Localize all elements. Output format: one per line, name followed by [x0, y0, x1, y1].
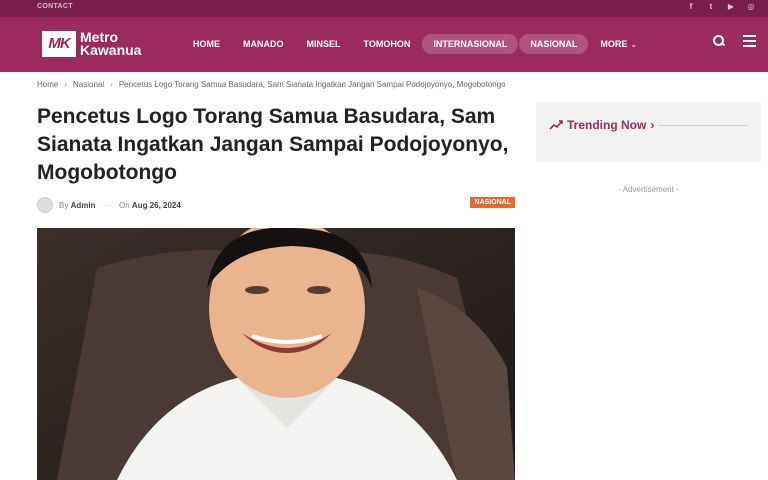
logo-text: Metro Kawanua — [80, 30, 142, 58]
author-name[interactable]: Admin — [71, 201, 96, 210]
meta-divider: — — [103, 201, 111, 210]
top-bar: CONTACT f t ▶ ◎ — [0, 0, 768, 17]
date-value: Aug 26, 2024 — [131, 201, 181, 210]
logo-text-line2: Kawanua — [80, 42, 142, 58]
category-badge[interactable]: NASIONAL — [470, 197, 515, 208]
author-byline: By Admin — [59, 201, 95, 210]
chevron-right-icon: › — [110, 80, 113, 89]
trending-divider — [658, 125, 748, 126]
chevron-right-icon: › — [64, 80, 68, 89]
chevron-right-icon: › — [650, 118, 655, 132]
breadcrumb-current: Pencetus Logo Torang Samua Basudara, Sam… — [118, 80, 506, 89]
trending-now-widget: Trending Now › — [536, 102, 761, 162]
trending-chart-icon — [549, 120, 563, 130]
search-icon[interactable] — [713, 35, 725, 47]
on-label: On — [119, 201, 130, 210]
publish-date: On Aug 26, 2024 — [119, 201, 181, 210]
nav-item-nasional[interactable]: NASIONAL — [519, 34, 589, 54]
logo-mark: MK — [42, 31, 76, 57]
advertisement-label: - Advertisement - — [618, 185, 679, 194]
nav-item-manado[interactable]: MANADO — [232, 34, 295, 54]
nav-item-internasional[interactable]: INTERNASIONAL — [422, 34, 519, 54]
author-avatar[interactable] — [37, 197, 53, 213]
youtube-icon[interactable]: ▶ — [726, 2, 736, 12]
nav-item-home[interactable]: HOME — [182, 34, 231, 54]
primary-nav: HOME MANADO MINSEL TOMOHON INTERNASIONAL… — [182, 34, 649, 54]
social-links: f t ▶ ◎ — [686, 2, 756, 12]
breadcrumb-home[interactable]: Home — [37, 80, 58, 89]
nav-item-minsel[interactable]: MINSEL — [296, 34, 352, 54]
trending-now-link[interactable]: Trending Now › — [549, 118, 654, 132]
article-featured-image — [37, 228, 515, 480]
breadcrumb: Home › Nasional › Pencetus Logo Torang S… — [37, 80, 506, 89]
article-title: Pencetus Logo Torang Samua Basudara, Sam… — [37, 105, 509, 184]
breadcrumb-category[interactable]: Nasional — [73, 80, 104, 89]
site-logo[interactable]: MK Metro Kawanua — [42, 30, 142, 58]
facebook-icon[interactable]: f — [686, 2, 696, 12]
contact-link[interactable]: CONTACT — [37, 3, 73, 10]
trending-now-label: Trending Now — [567, 118, 647, 132]
nav-item-more-label: MORE — [600, 39, 628, 49]
twitter-icon[interactable]: t — [706, 2, 716, 12]
article-meta: By Admin — On Aug 26, 2024 NASIONAL — [37, 197, 515, 213]
main-navbar: MK Metro Kawanua HOME MANADO MINSEL TOMO… — [0, 17, 768, 72]
chevron-down-icon: ⌄ — [630, 40, 638, 49]
nav-item-tomohon[interactable]: TOMOHON — [353, 34, 422, 54]
by-label: By — [59, 201, 69, 210]
instagram-icon[interactable]: ◎ — [746, 2, 756, 12]
portrait-image — [37, 228, 515, 480]
nav-item-more[interactable]: MORE ⌄ — [589, 34, 648, 54]
hamburger-menu-icon[interactable] — [743, 35, 756, 47]
nav-icons — [713, 35, 756, 47]
